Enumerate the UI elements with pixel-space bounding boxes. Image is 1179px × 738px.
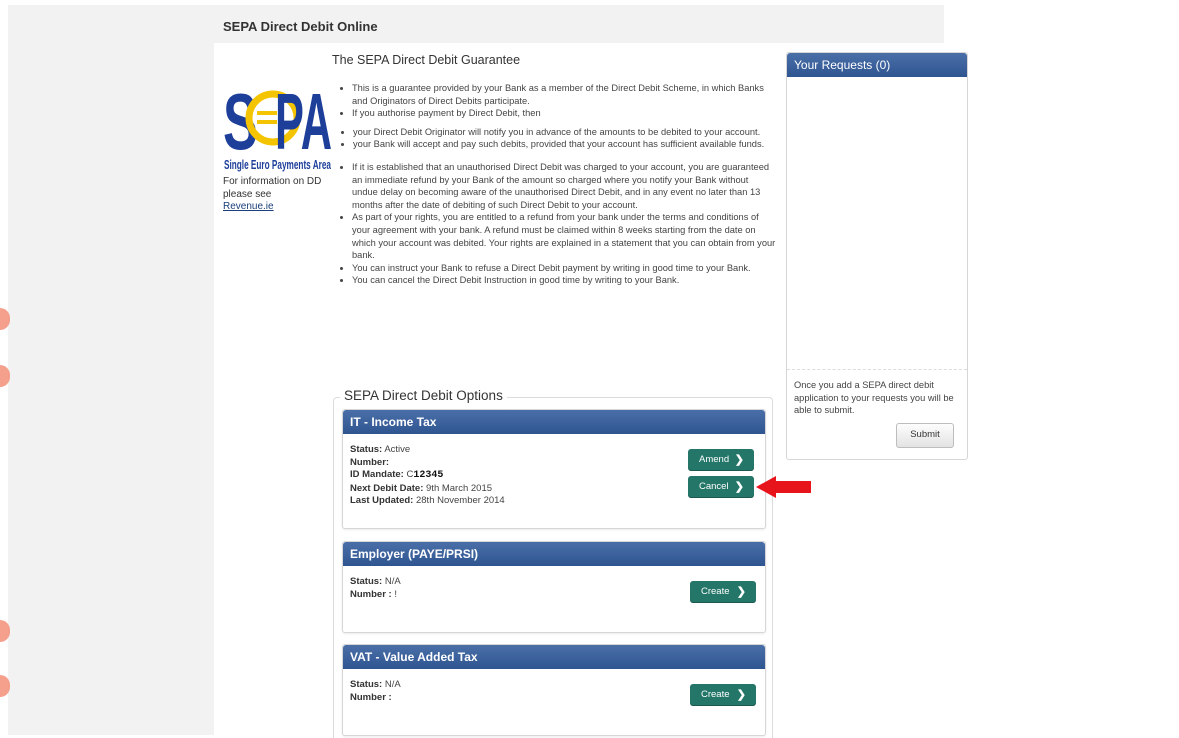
amend-button[interactable]: Amend ❯ — [688, 449, 754, 471]
sepa-logo: S PA Single Euro Payments Area — [223, 77, 332, 172]
chevron-right-icon: ❯ — [736, 586, 746, 598]
guarantee-bullet: If it is established that an unauthorise… — [352, 161, 776, 211]
last-updated-label: Last Updated: — [350, 495, 414, 507]
svg-text:PA: PA — [275, 77, 332, 166]
submit-button[interactable]: Submit — [896, 423, 954, 448]
employer-title: Employer (PAYE/PRSI) — [343, 542, 765, 566]
guarantee-bullet: As part of your rights, you are entitled… — [352, 211, 776, 261]
status-value: N/A — [384, 679, 401, 690]
guarantee-bullet: If you authorise payment by Direct Debit… — [352, 107, 776, 120]
requests-note: Once you add a SEPA direct debit applica… — [794, 380, 954, 416]
status-label: Status: — [350, 576, 383, 587]
red-arrow-icon — [756, 476, 811, 498]
create-label: Create — [701, 586, 730, 597]
chevron-right-icon: ❯ — [734, 481, 744, 493]
guarantee-bullet: You can instruct your Bank to refuse a D… — [352, 262, 776, 275]
revenue-link[interactable]: Revenue.ie — [223, 201, 274, 212]
dd-info-text: For information on DD please see — [223, 176, 322, 200]
guarantee-text: This is a guarantee provided by your Ban… — [336, 82, 776, 287]
divider — [787, 369, 967, 370]
cancel-label: Cancel — [699, 481, 729, 492]
requests-title: Your Requests (0) — [787, 53, 967, 77]
number-label: Number: — [350, 456, 390, 468]
next-debit-label: Next Debit Date: — [350, 482, 424, 494]
create-label: Create — [701, 689, 730, 700]
number-value: ! — [394, 588, 397, 600]
chevron-right-icon: ❯ — [734, 454, 744, 466]
logo-subtitle: Single Euro Payments Area — [224, 157, 331, 172]
vat-title: VAT - Value Added Tax — [343, 645, 765, 669]
cancel-button[interactable]: Cancel ❯ — [688, 476, 754, 498]
vat-create-button[interactable]: Create ❯ — [690, 684, 756, 706]
status-label: Status: — [350, 444, 383, 455]
app-title: SEPA Direct Debit Online — [223, 19, 378, 34]
requests-panel: Your Requests (0) Once you add a SEPA di… — [786, 52, 968, 460]
status-label: Status: — [350, 679, 383, 690]
number-label: Number : — [350, 588, 392, 600]
guarantee-bullet: This is a guarantee provided by your Ban… — [352, 82, 776, 107]
guarantee-bullet: You can cancel the Direct Debit Instruct… — [352, 274, 776, 287]
status-value: Active — [384, 444, 411, 455]
employer-create-button[interactable]: Create ❯ — [690, 581, 756, 603]
guarantee-title: The SEPA Direct Debit Guarantee — [332, 53, 521, 67]
mandate-value: 12345 — [413, 470, 444, 482]
number-label: Number : — [350, 691, 392, 703]
guarantee-sub-bullet: your Bank will accept and pay such debit… — [353, 138, 776, 151]
status-value: N/A — [384, 576, 401, 587]
income-tax-title: IT - Income Tax — [343, 410, 765, 434]
options-legend: SEPA Direct Debit Options — [340, 388, 507, 403]
chevron-right-icon: ❯ — [736, 689, 746, 701]
amend-label: Amend — [699, 454, 730, 465]
mandate-label: ID Mandate: — [350, 469, 404, 481]
guarantee-sub-bullet: your Direct Debit Originator will notify… — [353, 126, 776, 139]
last-updated-value: 28th November 2014 — [415, 495, 505, 507]
next-debit-value: 9th March 2015 — [426, 482, 493, 494]
